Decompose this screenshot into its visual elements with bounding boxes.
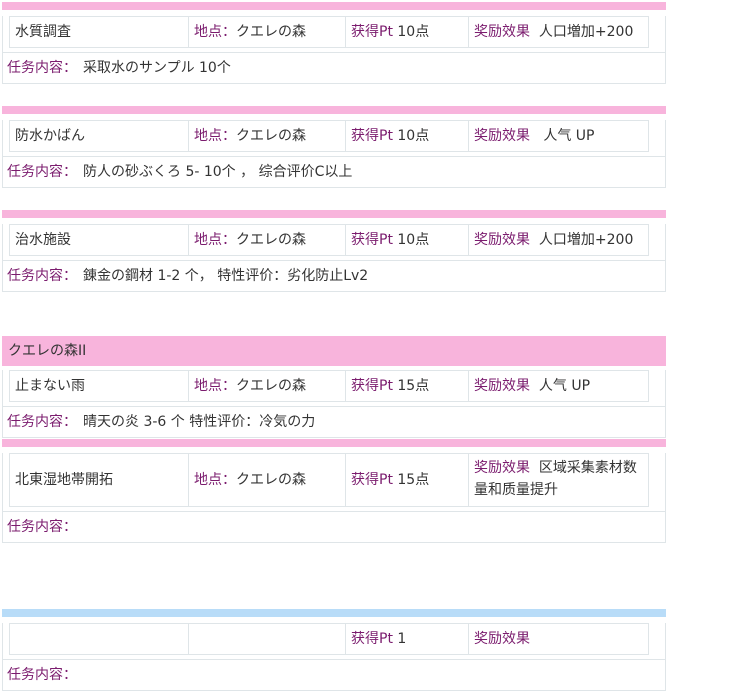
quest-points: 获得Pt 10点: [346, 121, 469, 151]
task-label: 任务内容：: [7, 414, 77, 430]
location-value: クエレの森: [236, 378, 306, 394]
quest-top-bar: [2, 609, 666, 617]
task-value: 錬金の鋼材 1-2 个， 特性评价：劣化防止Lv2: [83, 268, 369, 284]
quest-box: 北東湿地帯開拓 地点： クエレの森 获得Pt 15点 奖励效果 区域采集素材数量和…: [2, 453, 666, 543]
quest-reward: 奖励效果 人口増加+200: [469, 17, 648, 47]
location-label: 地点：: [194, 472, 236, 488]
quest-points: 获得Pt 10点: [346, 17, 469, 47]
points-value: 10点: [397, 128, 430, 144]
points-label: 获得Pt: [351, 472, 393, 488]
reward-label: 奖励效果: [474, 378, 530, 394]
quest-name: 止まない雨: [10, 371, 189, 401]
quest-card-northeast-wetland: 北東湿地帯開拓 地点： クエレの森 获得Pt 15点 奖励效果 区域采集素材数量和…: [2, 439, 666, 543]
points-label: 获得Pt: [351, 232, 393, 248]
quest-reward: 奖励效果 区域采集素材数量和质量提升: [469, 454, 648, 506]
points-value: 10点: [397, 24, 430, 40]
quest-name: 水質調査: [10, 17, 189, 47]
quest-location: 地点： クエレの森: [189, 17, 346, 47]
reward-value: 人气 UP: [538, 378, 591, 394]
quest-top-bar: [2, 210, 666, 218]
points-value: 10点: [397, 232, 430, 248]
points-label: 获得Pt: [351, 128, 393, 144]
quest-task-row: 任务内容： 采取水のサンプル 10个: [3, 52, 665, 83]
quest-reward: 奖励效果: [469, 624, 648, 654]
task-label: 任务内容：: [7, 667, 77, 683]
quest-card-blank: 获得Pt 1 奖励效果 任务内容：: [2, 609, 666, 691]
quest-name: 北東湿地帯開拓: [10, 454, 189, 506]
points-value: 15点: [397, 472, 430, 488]
location-value: クエレの森: [236, 472, 306, 488]
quest-box: 止まない雨 地点： クエレの森 获得Pt 15点 奖励效果 人气 UP 任务内容：…: [2, 370, 666, 438]
quest-name: 防水かばん: [10, 121, 189, 151]
quest-task-row: 任务内容： 晴天の炎 3-6 个 特性评价：冷気の力: [3, 406, 665, 437]
task-value: 采取水のサンプル 10个: [83, 60, 231, 76]
quest-info-row: 获得Pt 1 奖励效果: [9, 623, 649, 655]
section-header: クエレの森II: [2, 336, 666, 366]
quest-reward: 奖励效果 人气 UP: [469, 371, 648, 401]
task-label: 任务内容：: [7, 164, 77, 180]
quest-card-flood-control: 治水施設 地点： クエレの森 获得Pt 10点 奖励效果 人口増加+200 任务内…: [2, 210, 666, 292]
reward-value: 人气 UP: [543, 128, 595, 144]
quest-task-row: 任务内容： 錬金の鋼材 1-2 个， 特性评价：劣化防止Lv2: [3, 260, 665, 291]
reward-label: 奖励效果: [474, 631, 530, 647]
location-label: 地点：: [194, 378, 236, 394]
reward-value: 人口増加+200: [538, 24, 634, 40]
quest-location: 地点： クエレの森: [189, 121, 346, 151]
task-label: 任务内容：: [7, 268, 77, 284]
quest-top-bar: [2, 2, 666, 10]
quest-task-row: 任务内容： 防人の砂ぶくろ 5- 10个 ， 综合评价C以上: [3, 156, 665, 187]
quest-points: 获得Pt 10点: [346, 225, 469, 255]
task-value: 防人の砂ぶくろ 5- 10个 ， 综合评价C以上: [83, 164, 353, 180]
points-label: 获得Pt: [351, 378, 393, 394]
quest-box: 治水施設 地点： クエレの森 获得Pt 10点 奖励效果 人口増加+200 任务内…: [2, 224, 666, 292]
quest-location: 地点： クエレの森: [189, 371, 346, 401]
quest-points: 获得Pt 15点: [346, 454, 469, 506]
quest-task-row: 任务内容：: [3, 659, 665, 690]
section-quelle-forest-2: クエレの森II 止まない雨 地点： クエレの森 获得Pt 15点 奖励效果 人气 …: [2, 336, 666, 438]
task-label: 任务内容：: [7, 519, 77, 535]
points-label: 获得Pt: [351, 631, 393, 647]
location-value: クエレの森: [236, 128, 306, 144]
quest-location: 地点： クエレの森: [189, 454, 346, 506]
reward-value: 人口増加+200: [538, 232, 634, 248]
quest-box: 水質調査 地点： クエレの森 获得Pt 10点 奖励效果 人口増加+200 任务内…: [2, 16, 666, 84]
quest-card-waterproof-bag: 防水かばん 地点： クエレの森 获得Pt 10点 奖励效果 人气 UP 任务内容：…: [2, 106, 666, 188]
quest-points: 获得Pt 1: [346, 624, 469, 654]
location-label: 地点：: [194, 24, 236, 40]
quest-box: 获得Pt 1 奖励效果 任务内容：: [2, 623, 666, 691]
quest-info-row: 治水施設 地点： クエレの森 获得Pt 10点 奖励效果 人口増加+200: [9, 224, 649, 256]
points-value: 15点: [397, 378, 430, 394]
quest-top-bar: [2, 106, 666, 114]
quest-location: [189, 624, 346, 654]
quest-info-row: 防水かばん 地点： クエレの森 获得Pt 10点 奖励效果 人气 UP: [9, 120, 649, 152]
location-label: 地点：: [194, 128, 236, 144]
quest-info-row: 北東湿地帯開拓 地点： クエレの森 获得Pt 15点 奖励效果 区域采集素材数量和…: [9, 453, 649, 507]
quest-points: 获得Pt 15点: [346, 371, 469, 401]
location-value: クエレの森: [236, 24, 306, 40]
quest-info-row: 止まない雨 地点： クエレの森 获得Pt 15点 奖励效果 人气 UP: [9, 370, 649, 402]
quest-reward: 奖励效果 人气 UP: [469, 121, 648, 151]
quest-info-row: 水質調査 地点： クエレの森 获得Pt 10点 奖励效果 人口増加+200: [9, 16, 649, 48]
page: { "location_label": "地点：", "points_label…: [0, 0, 738, 692]
quest-top-bar: [2, 439, 666, 447]
reward-label: 奖励效果: [474, 232, 530, 248]
quest-location: 地点： クエレの森: [189, 225, 346, 255]
quest-name: [10, 624, 189, 654]
quest-reward: 奖励效果 人口増加+200: [469, 225, 648, 255]
points-value: 1: [397, 631, 407, 647]
quest-box: 防水かばん 地点： クエレの森 获得Pt 10点 奖励效果 人气 UP 任务内容：…: [2, 120, 666, 188]
location-label: 地点：: [194, 232, 236, 248]
quest-task-row: 任务内容：: [3, 511, 665, 542]
reward-label: 奖励效果: [474, 24, 530, 40]
reward-label: 奖励效果: [474, 460, 530, 476]
task-label: 任务内容：: [7, 60, 77, 76]
quest-card-water-survey: 水質調査 地点： クエレの森 获得Pt 10点 奖励效果 人口増加+200 任务内…: [2, 2, 666, 84]
quest-name: 治水施設: [10, 225, 189, 255]
points-label: 获得Pt: [351, 24, 393, 40]
location-value: クエレの森: [236, 232, 306, 248]
reward-label: 奖励效果: [474, 128, 530, 144]
task-value: 晴天の炎 3-6 个 特性评价：冷気の力: [83, 414, 316, 430]
